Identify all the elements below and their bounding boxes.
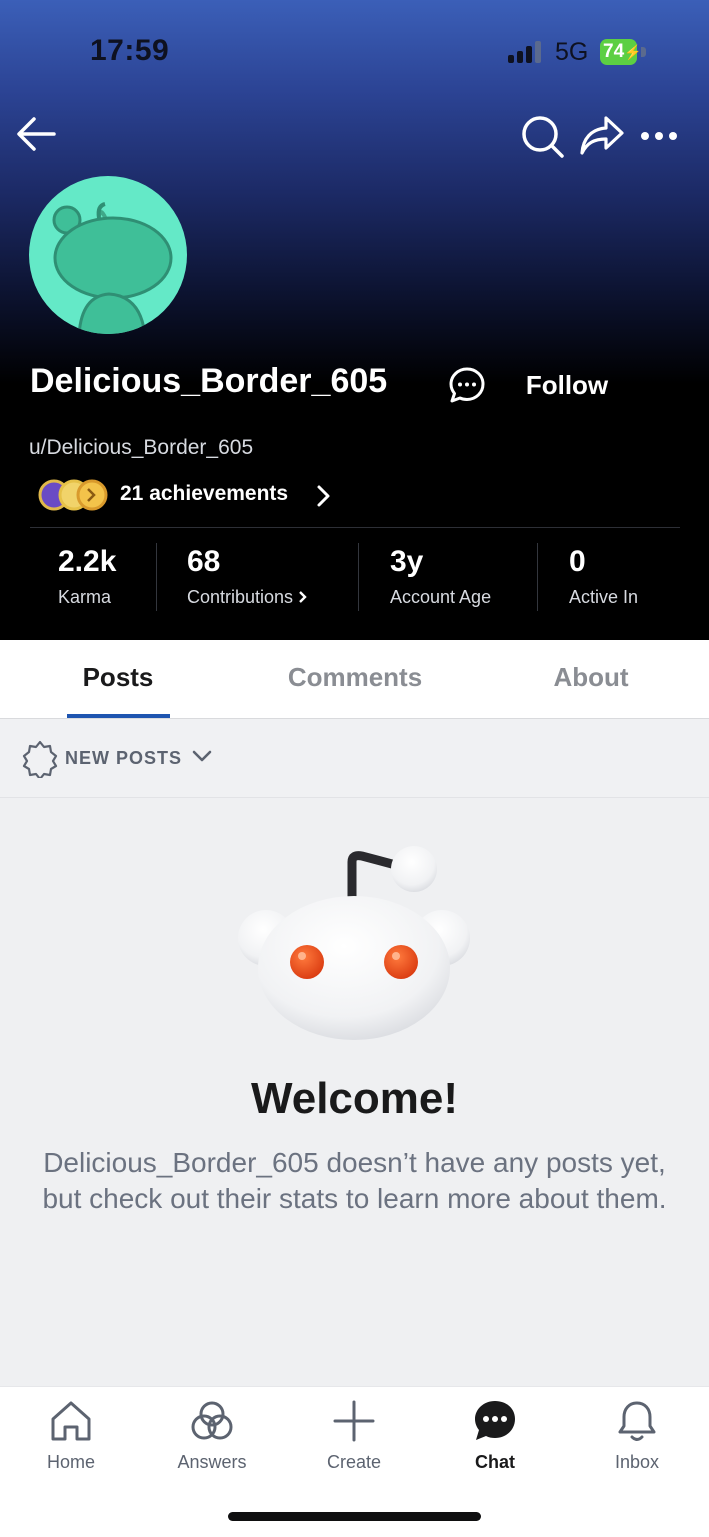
bell-icon xyxy=(618,1401,656,1441)
snoo-avatar-icon xyxy=(52,202,173,334)
back-arrow-icon xyxy=(17,117,56,151)
tab-comments[interactable]: Comments xyxy=(270,662,440,693)
stat-label: Account Age xyxy=(390,587,492,607)
empty-state-title: Welcome! xyxy=(250,1074,459,1123)
nav-label: Home xyxy=(46,1452,95,1472)
share-button[interactable] xyxy=(578,114,626,158)
more-icon xyxy=(641,132,677,140)
stat-karma: 2.2k Karma xyxy=(58,545,116,608)
nav-home[interactable]: Home xyxy=(1,1387,141,1487)
stat-value: 68 xyxy=(187,545,221,578)
home-icon xyxy=(51,1401,91,1441)
sort-label[interactable]: NEW POSTS xyxy=(65,748,182,769)
profile-tabs: Posts Comments About xyxy=(0,640,709,719)
achievements-chevron[interactable] xyxy=(316,484,332,508)
active-tab-indicator xyxy=(67,714,170,718)
achievement-badges-icon xyxy=(38,479,108,511)
stat-label-row: Contributions xyxy=(187,587,308,608)
stat-contributions[interactable]: 68 Contributions xyxy=(187,545,308,608)
nav-label: Create xyxy=(326,1452,382,1472)
battery-icon: 74⚡ xyxy=(600,39,642,65)
achievements-label[interactable]: 21 achievements xyxy=(120,482,288,506)
nav-answers[interactable]: Answers xyxy=(142,1387,282,1487)
more-button[interactable] xyxy=(640,124,678,148)
stat-value: 2.2k xyxy=(58,545,117,578)
new-sort-icon-wrap[interactable] xyxy=(21,740,59,778)
battery-cap xyxy=(641,47,646,57)
stat-separator xyxy=(156,543,157,611)
profile-username: Delicious_Border_605 xyxy=(30,362,388,400)
stat-active-in[interactable]: 0 Active In xyxy=(569,545,638,608)
signal-icon xyxy=(508,41,544,63)
achievements-badges[interactable] xyxy=(38,477,110,513)
avatar xyxy=(29,176,187,334)
sparkle-badge-icon xyxy=(22,740,58,778)
status-time: 17:59 xyxy=(90,34,170,67)
follow-button[interactable]: Follow xyxy=(512,362,622,408)
stat-label: Contributions xyxy=(187,587,294,607)
battery-level: 74 xyxy=(603,41,625,62)
answers-icon xyxy=(191,1401,233,1440)
chat-icon xyxy=(475,1401,515,1440)
empty-state-body: Delicious_Border_605 doesn’t have any po… xyxy=(42,1147,667,1214)
nav-chat[interactable]: Chat xyxy=(425,1387,565,1487)
profile-handle: u/Delicious_Border_605 xyxy=(29,436,254,459)
profile-header: 17:59 5G 74⚡ Delicious_Border_605 Follow… xyxy=(0,0,709,640)
nav-label: Inbox xyxy=(614,1452,660,1472)
stats-divider xyxy=(30,527,680,528)
back-button[interactable] xyxy=(14,114,58,154)
plus-icon xyxy=(333,1400,375,1442)
message-button[interactable] xyxy=(448,366,486,404)
nav-label: Chat xyxy=(475,1452,515,1472)
stat-label: Active In xyxy=(569,587,639,607)
chevron-right-icon xyxy=(299,591,307,603)
chat-bubble-icon xyxy=(449,367,485,403)
chevron-right-icon xyxy=(317,485,330,507)
snoo-mascot-icon xyxy=(238,846,470,1040)
nav-create[interactable]: Create xyxy=(284,1387,424,1487)
search-icon xyxy=(522,116,564,158)
sort-dropdown[interactable] xyxy=(191,748,213,764)
search-button[interactable] xyxy=(520,114,566,160)
stat-value: 3y xyxy=(390,545,424,578)
chevron-down-icon xyxy=(192,750,212,762)
tab-posts[interactable]: Posts xyxy=(48,662,188,693)
stat-separator xyxy=(537,543,538,611)
stat-account-age: 3y Account Age xyxy=(390,545,491,608)
tab-about[interactable]: About xyxy=(521,662,661,693)
nav-inbox[interactable]: Inbox xyxy=(567,1387,707,1487)
stat-label: Karma xyxy=(58,587,112,607)
network-label: 5G xyxy=(555,38,589,66)
stat-value: 0 xyxy=(569,545,586,578)
nav-label: Answers xyxy=(177,1452,247,1472)
home-indicator[interactable] xyxy=(228,1512,481,1521)
share-icon xyxy=(580,116,624,155)
snoo-illustration xyxy=(234,840,474,1055)
stat-separator xyxy=(358,543,359,611)
